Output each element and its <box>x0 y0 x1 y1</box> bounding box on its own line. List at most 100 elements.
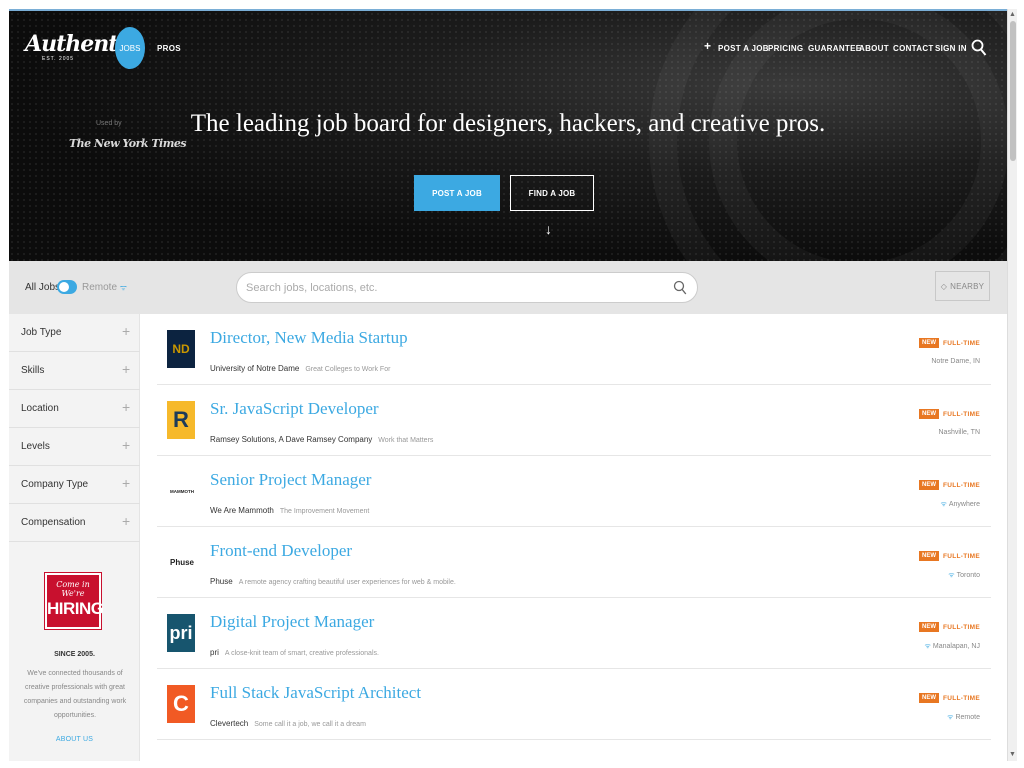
location-diamond-icon: ◇ <box>940 281 948 291</box>
job-title[interactable]: Sr. JavaScript Developer <box>210 399 379 419</box>
hiring-badge-line2: HIRING <box>47 599 104 618</box>
nav-post-a-job[interactable]: POST A JOB <box>718 44 769 53</box>
hero-section: Authentic EST. 2005 JOBS PROS + POST A J… <box>9 11 1007 261</box>
wifi-icon: ᯤ <box>947 714 954 721</box>
job-row[interactable]: pri Digital Project Manager pri A close-k… <box>157 598 991 669</box>
job-location-text: Notre Dame, IN <box>931 358 980 365</box>
plus-icon[interactable]: + <box>122 475 130 491</box>
plus-icon[interactable]: + <box>122 437 130 453</box>
job-title[interactable]: Senior Project Manager <box>210 470 371 490</box>
new-badge: NEW <box>919 622 939 632</box>
scrollbar-thumb[interactable] <box>1010 21 1016 161</box>
company-logo[interactable]: MAMMOTH <box>167 472 197 510</box>
search-icon[interactable] <box>971 39 987 57</box>
company-logo[interactable]: ND <box>167 330 195 368</box>
company-logo[interactable]: C <box>167 685 195 723</box>
job-title[interactable]: Director, New Media Startup <box>210 328 408 348</box>
job-title[interactable]: Full Stack JavaScript Architect <box>210 683 421 703</box>
nav-sign-in[interactable]: SIGN IN <box>935 44 967 53</box>
company-tagline: The Improvement Movement <box>279 508 370 515</box>
facet-levels[interactable]: Levels + <box>9 428 140 466</box>
filter-bar: All Jobs Remote ᯤ ◇NEARBY <box>9 261 1007 314</box>
job-badges: NEW FULL-TIME <box>919 622 980 632</box>
since-label: SINCE 2005. <box>54 651 95 658</box>
job-type-label: FULL-TIME <box>943 410 980 418</box>
plus-icon[interactable]: + <box>122 513 130 529</box>
facet-company-type[interactable]: Company Type + <box>9 466 140 504</box>
facet-label: Skills <box>21 365 45 376</box>
scroll-down-icon[interactable]: ▼ <box>1009 751 1016 759</box>
plus-icon[interactable]: + <box>122 399 130 415</box>
company-tagline: Work that Matters <box>378 437 434 444</box>
job-row[interactable]: Phuse Front-end Developer Phuse A remote … <box>157 527 991 598</box>
nav-contact[interactable]: CONTACT <box>893 44 934 53</box>
job-location-text: Remote <box>955 714 980 721</box>
company-logo[interactable]: pri <box>167 614 195 652</box>
company-logo[interactable]: R <box>167 401 195 439</box>
arrow-down-icon[interactable]: ↓ <box>545 221 552 237</box>
company-name[interactable]: We Are Mammoth <box>210 506 274 515</box>
job-location: Notre Dame, IN <box>931 358 980 365</box>
about-text: We've connected thousands of creative pr… <box>23 670 127 719</box>
nyt-logo: The New York Times <box>69 137 187 150</box>
job-row[interactable]: R Sr. JavaScript Developer Ramsey Soluti… <box>157 385 991 456</box>
scrollbar[interactable]: ▲ ▼ <box>1007 9 1017 761</box>
job-row[interactable]: ND Director, New Media Startup Universit… <box>157 314 991 385</box>
new-badge: NEW <box>919 338 939 348</box>
company-name[interactable]: Clevertech <box>210 719 248 728</box>
browser-viewport: Authentic EST. 2005 JOBS PROS + POST A J… <box>9 9 1007 761</box>
company-name[interactable]: pri <box>210 648 219 657</box>
site-logo-sub: EST. 2005 <box>42 56 75 62</box>
hiring-badge[interactable]: Come in We're HIRING <box>45 573 104 629</box>
facet-label: Company Type <box>21 479 89 490</box>
nav-pricing[interactable]: PRICING <box>768 44 803 53</box>
remote-toggle[interactable] <box>57 280 77 294</box>
facet-label: Job Type <box>21 327 62 338</box>
plus-icon[interactable]: + <box>122 361 130 377</box>
company-name[interactable]: Phuse <box>210 577 233 586</box>
job-search-box[interactable] <box>236 272 698 303</box>
job-badges: NEW FULL-TIME <box>919 551 980 561</box>
scroll-up-icon[interactable]: ▲ <box>1009 11 1016 19</box>
company-logo[interactable]: Phuse <box>167 543 197 581</box>
about-us-link[interactable]: ABOUT US <box>9 736 140 743</box>
job-row[interactable]: MAMMOTH Senior Project Manager We Are Ma… <box>157 456 991 527</box>
job-type-label: FULL-TIME <box>943 623 980 631</box>
job-company-line: University of Notre Dame Great Colleges t… <box>210 358 390 376</box>
job-title[interactable]: Front-end Developer <box>210 541 352 561</box>
job-type-label: FULL-TIME <box>943 481 980 489</box>
job-row[interactable]: C Full Stack JavaScript Architect Clever… <box>157 669 991 740</box>
jobs-tab[interactable]: JOBS <box>115 27 145 69</box>
filter-sidebar: Job Type + Skills + Location + Levels + Comp… <box>9 314 140 761</box>
job-type-label: FULL-TIME <box>943 339 980 347</box>
nearby-label: NEARBY <box>950 281 985 291</box>
wifi-icon: ᯤ <box>940 501 947 508</box>
wifi-icon: ᯤ <box>948 572 955 579</box>
facet-compensation[interactable]: Compensation + <box>9 504 140 542</box>
company-tagline: Great Colleges to Work For <box>305 366 391 373</box>
nearby-button[interactable]: ◇ NEARBY <box>935 271 990 301</box>
company-logo-text: MAMMOTH <box>170 488 194 494</box>
facet-label: Compensation <box>21 517 86 528</box>
facet-job-type[interactable]: Job Type + <box>9 314 140 352</box>
company-name[interactable]: University of Notre Dame <box>210 364 299 373</box>
find-a-job-button[interactable]: FIND A JOB <box>510 175 594 211</box>
nav-guarantee[interactable]: GUARANTEE <box>808 44 861 53</box>
facet-skills[interactable]: Skills + <box>9 352 140 390</box>
plus-icon[interactable]: + <box>704 39 711 53</box>
post-a-job-button[interactable]: POST A JOB <box>414 175 500 211</box>
company-logo-text: ND <box>172 342 190 356</box>
company-name[interactable]: Ramsey Solutions, A Dave Ramsey Company <box>210 435 372 444</box>
toggle-knob <box>59 282 69 292</box>
job-title[interactable]: Digital Project Manager <box>210 612 374 632</box>
facet-label: Location <box>21 403 59 414</box>
plus-icon[interactable]: + <box>122 323 130 339</box>
nav-about[interactable]: ABOUT <box>859 44 889 53</box>
facet-location[interactable]: Location + <box>9 390 140 428</box>
search-icon[interactable] <box>673 280 687 296</box>
job-search-input[interactable] <box>246 279 646 297</box>
company-logo-text: R <box>173 407 189 432</box>
pros-tab[interactable]: PROS <box>157 44 181 53</box>
job-badges: NEW FULL-TIME <box>919 338 980 348</box>
job-type-label: FULL-TIME <box>943 694 980 702</box>
